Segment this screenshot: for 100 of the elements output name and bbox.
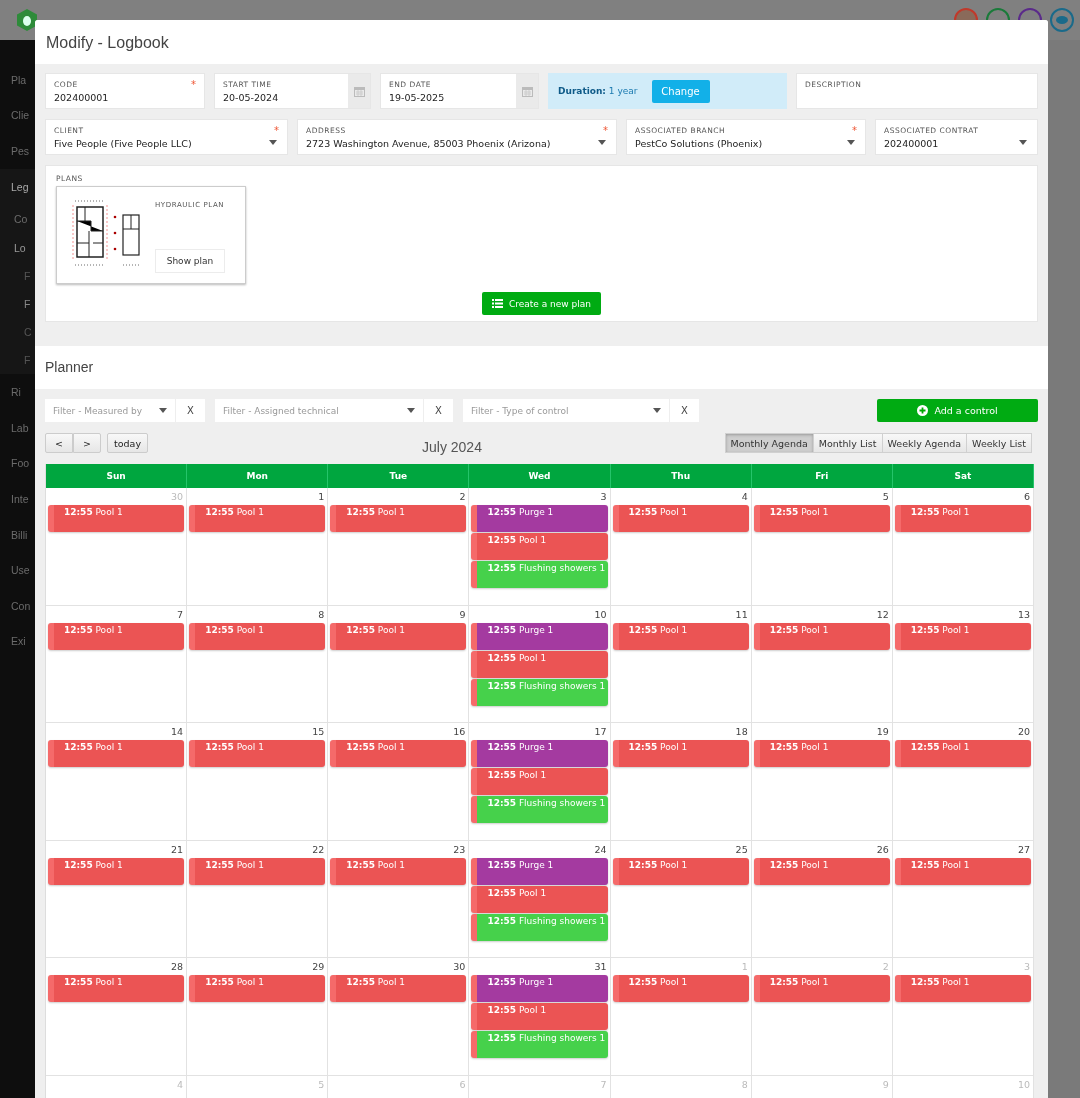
event-bar[interactable]: 12:55 Pool 1: [48, 740, 185, 767]
event-bar[interactable]: 12:55 Pool 1: [189, 622, 326, 650]
event-bar[interactable]: 12:55 Pool 1: [612, 975, 749, 1002]
day-number: 8: [741, 1077, 749, 1092]
clear-button[interactable]: X: [669, 399, 699, 422]
add-control-button[interactable]: Add a control: [877, 399, 1038, 422]
calendar-button[interactable]: [348, 74, 370, 108]
day-number: 1: [318, 490, 326, 504]
event-bar[interactable]: 12:55 Pool 1: [189, 857, 326, 885]
event-bar[interactable]: 12:55 Pool 1: [753, 857, 890, 885]
event-bar[interactable]: 12:55 Pool 1: [330, 857, 467, 885]
day-number: 11: [735, 607, 749, 622]
event-bar[interactable]: 12:55 Pool 1: [894, 857, 1031, 885]
event-bar[interactable]: 12:55 Pool 1: [471, 533, 608, 560]
event-bar[interactable]: 12:55 Purge 1: [471, 622, 608, 650]
event-bar[interactable]: 12:55 Pool 1: [753, 740, 890, 767]
sidebar-item[interactable]: Pla: [11, 73, 27, 86]
clear-button[interactable]: X: [175, 399, 205, 422]
event-bar[interactable]: 12:55 Pool 1: [894, 622, 1031, 650]
sidebar-item[interactable]: F: [24, 354, 31, 367]
plus-circle-icon: [917, 405, 929, 416]
event-bar[interactable]: 12:55 Pool 1: [330, 505, 467, 532]
event-bar[interactable]: 12:55 Pool 1: [612, 505, 749, 532]
event-bar[interactable]: 12:55 Purge 1: [471, 857, 608, 885]
event-bar[interactable]: 12:55 Flushing showers 1: [471, 1031, 608, 1058]
event-bar[interactable]: 12:55 Pool 1: [894, 975, 1031, 1002]
previous-button[interactable]: <: [45, 433, 73, 453]
sidebar-item[interactable]: F: [24, 270, 31, 283]
event-bar[interactable]: 12:55 Pool 1: [189, 975, 326, 1002]
event-bar[interactable]: 12:55 Pool 1: [753, 505, 890, 532]
sidebar-item[interactable]: Co: [14, 212, 28, 225]
day-number: 14: [171, 725, 185, 739]
day-number: 17: [594, 725, 608, 739]
event-bar[interactable]: 12:55 Pool 1: [48, 622, 185, 650]
event-bar[interactable]: 12:55 Pool 1: [612, 857, 749, 885]
logo-icon: [16, 8, 38, 32]
sidebar-item[interactable]: Billi: [11, 528, 28, 541]
event-bar[interactable]: 12:55 Pool 1: [471, 885, 608, 913]
event-bar[interactable]: 12:55 Pool 1: [48, 857, 185, 885]
view-tab[interactable]: Weekly List: [966, 433, 1032, 453]
sidebar-item[interactable]: Inte: [11, 492, 29, 505]
sidebar-item[interactable]: Lo: [14, 241, 26, 254]
event-bar[interactable]: 12:55 Flushing showers 1: [471, 678, 608, 706]
view-tab[interactable]: Weekly Agenda: [881, 433, 968, 453]
sidebar-item[interactable]: Exi: [11, 635, 26, 648]
event-bar[interactable]: 12:55 Purge 1: [471, 975, 608, 1002]
sidebar-item[interactable]: Clie: [11, 109, 30, 122]
today-button[interactable]: today: [107, 433, 148, 453]
event-bar[interactable]: 12:55 Flushing showers 1: [471, 561, 608, 588]
event-bar[interactable]: 12:55 Pool 1: [48, 975, 185, 1002]
filter-dropdown[interactable]: Filter - Measured by: [45, 399, 175, 422]
field-value: 202400001: [54, 92, 109, 103]
sidebar-item[interactable]: Use: [11, 564, 30, 577]
sidebar-item[interactable]: C: [24, 326, 32, 339]
weekday-header: Mon: [187, 464, 329, 488]
event-bar[interactable]: 12:55 Pool 1: [753, 622, 890, 650]
caret-icon: [407, 408, 415, 413]
day-number: 28: [171, 960, 185, 974]
day-number: 27: [1017, 842, 1031, 857]
event-bar[interactable]: 12:55 Purge 1: [471, 505, 608, 532]
event-bar[interactable]: 12:55 Pool 1: [894, 740, 1031, 767]
calendar-button[interactable]: [516, 74, 538, 108]
event-bar[interactable]: 12:55 Pool 1: [330, 975, 467, 1002]
event-bar[interactable]: 12:55 Pool 1: [471, 1003, 608, 1030]
clear-button[interactable]: X: [423, 399, 453, 422]
event-bar[interactable]: 12:55 Pool 1: [189, 740, 326, 767]
sidebar-item[interactable]: Pes: [11, 145, 30, 157]
event-bar[interactable]: 12:55 Pool 1: [330, 622, 467, 650]
view-tab[interactable]: Monthly Agenda: [724, 433, 814, 453]
change-button[interactable]: Change: [651, 79, 710, 103]
sidebar-item[interactable]: Leg: [11, 180, 29, 193]
create-plan-button[interactable]: Create a new plan: [482, 292, 601, 315]
sidebar-item[interactable]: Lab: [11, 421, 29, 434]
event-bar[interactable]: 12:55 Purge 1: [471, 740, 608, 767]
required-mark: *: [852, 125, 857, 136]
event-bar[interactable]: 12:55 Pool 1: [48, 505, 185, 532]
event-bar[interactable]: 12:55 Flushing showers 1: [471, 796, 608, 823]
sidebar-item[interactable]: Con: [11, 599, 31, 612]
event-bar[interactable]: 12:55 Pool 1: [612, 740, 749, 767]
event-bar[interactable]: 12:55 Pool 1: [471, 650, 608, 678]
filter-dropdown[interactable]: Filter - Type of control: [463, 399, 669, 422]
event-bar[interactable]: 12:55 Pool 1: [189, 505, 326, 532]
sidebar-item[interactable]: Ri: [11, 386, 21, 399]
event-bar[interactable]: 12:55 Flushing showers 1: [471, 913, 608, 941]
show-plan-button[interactable]: Show plan: [155, 249, 225, 273]
day-number: 15: [312, 725, 326, 739]
filter-dropdown[interactable]: Filter - Assigned technical: [215, 399, 423, 422]
next-button[interactable]: >: [73, 433, 101, 453]
sidebar-item[interactable]: F: [24, 298, 31, 311]
day-number: 8: [318, 607, 326, 622]
view-tab[interactable]: Monthly List: [812, 433, 883, 453]
event-bar[interactable]: 12:55 Pool 1: [894, 505, 1031, 532]
event-bar[interactable]: 12:55 Pool 1: [612, 622, 749, 650]
day-number: 16: [453, 725, 467, 739]
event-bar[interactable]: 12:55 Pool 1: [330, 740, 467, 767]
sidebar-item[interactable]: Foo: [11, 457, 30, 470]
day-number: 29: [312, 960, 326, 974]
event-bar[interactable]: 12:55 Pool 1: [753, 975, 890, 1002]
event-bar[interactable]: 12:55 Pool 1: [471, 768, 608, 795]
day-number: 7: [600, 1077, 608, 1092]
